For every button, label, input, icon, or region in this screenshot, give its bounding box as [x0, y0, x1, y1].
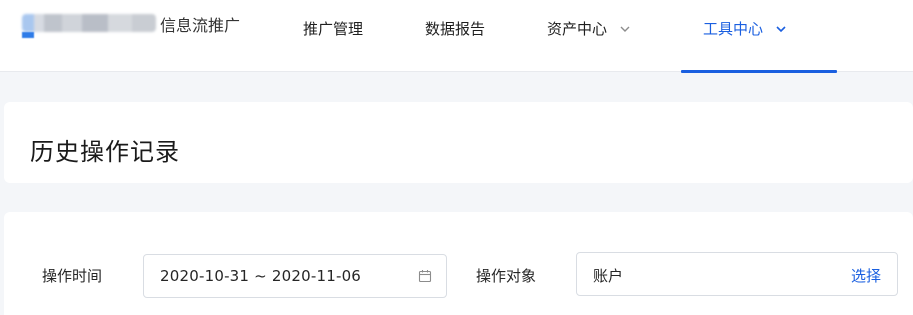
calendar-icon — [418, 270, 432, 283]
date-range-value: 2020-10-31 ~ 2020-11-06 — [160, 267, 362, 285]
chevron-down-icon — [776, 25, 786, 32]
logo-accent — [22, 32, 34, 38]
top-navigation-bar: 信息流推广 推广管理 数据报告 资产中心 工具中心 — [0, 0, 913, 73]
nav-item-label: 工具中心 — [703, 20, 764, 38]
chevron-down-icon — [620, 26, 630, 32]
operation-object-field[interactable]: 账户 选择 — [576, 252, 898, 296]
logo[interactable] — [22, 13, 156, 33]
operation-time-label: 操作时间 — [42, 267, 103, 285]
nav-item-label: 资产中心 — [547, 20, 608, 38]
nav-item-tool-center[interactable]: 工具中心 — [703, 18, 787, 39]
nav-item-asset-center[interactable]: 资产中心 — [547, 18, 631, 39]
logo-image — [22, 14, 156, 32]
nav-item-data-report[interactable]: 数据报告 — [425, 18, 485, 39]
nav-item-promotion-management[interactable]: 推广管理 — [303, 18, 363, 39]
nav-item-label: 推广管理 — [303, 20, 364, 38]
date-range-picker[interactable]: 2020-10-31 ~ 2020-11-06 — [143, 254, 447, 298]
select-object-button[interactable]: 选择 — [851, 265, 881, 286]
nav-item-label: 数据报告 — [425, 20, 486, 38]
active-tab-indicator — [681, 70, 837, 73]
page-title-card: 历史操作记录 — [4, 102, 913, 183]
product-name: 信息流推广 — [160, 16, 241, 35]
page-title: 历史操作记录 — [30, 138, 180, 166]
operation-object-label: 操作对象 — [476, 267, 537, 285]
filter-panel: 操作时间 2020-10-31 ~ 2020-11-06 操作对象 账户 选择 — [4, 212, 913, 315]
operation-object-value: 账户 — [593, 267, 624, 285]
